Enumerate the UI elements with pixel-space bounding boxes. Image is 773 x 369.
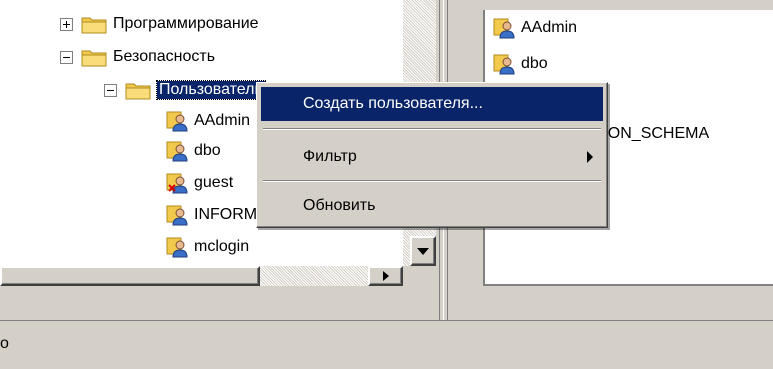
user-icon (493, 18, 515, 39)
menu-item-refresh[interactable]: Обновить (261, 189, 603, 223)
folder-icon (81, 50, 107, 67)
tree-node-users[interactable]: Пользователи (104, 79, 267, 101)
list-item[interactable]: dbo (493, 52, 548, 76)
menu-item-label: Создать пользователя... (303, 95, 483, 112)
context-menu[interactable]: Создать пользователя... Фильтр Обновить (256, 82, 608, 228)
folder-icon (125, 83, 151, 100)
menu-separator (263, 128, 601, 130)
tree-node-label: Пользователи (155, 80, 267, 100)
tree-node-user-dbo[interactable]: dbo (166, 140, 221, 162)
tree-node-label: Программирование (113, 15, 259, 32)
disabled-user-icon (166, 173, 188, 194)
tree-node-label: AAdmin (194, 112, 251, 129)
menu-item-label: Фильтр (303, 148, 357, 165)
list-item[interactable]: AAdmin (493, 16, 577, 40)
collapse-icon[interactable] (104, 83, 117, 97)
tree-node-user-mclogin[interactable]: mclogin (166, 236, 249, 258)
scroll-right-button[interactable] (368, 266, 403, 286)
status-bar: о (0, 320, 773, 369)
tree-node-label: dbo (194, 142, 221, 159)
tree-node-label: Безопасность (113, 48, 216, 65)
menu-item-create-user[interactable]: Создать пользователя... (261, 87, 603, 121)
menu-item-filter[interactable]: Фильтр (261, 140, 603, 174)
tree-node-programmability[interactable]: Программирование (60, 13, 259, 35)
user-icon (166, 205, 188, 226)
arrow-down-icon (417, 248, 429, 255)
tree-node-security[interactable]: Безопасность (60, 46, 215, 68)
tree-node-label: mclogin (194, 238, 250, 255)
arrow-right-icon (383, 271, 389, 281)
submenu-arrow-icon (587, 151, 593, 163)
list-item-label: AAdmin (521, 19, 578, 36)
scroll-thumb[interactable] (0, 266, 260, 286)
user-icon (166, 111, 188, 132)
tree-bottom-area (0, 286, 436, 320)
menu-separator (263, 180, 601, 182)
list-item-label: dbo (521, 55, 548, 72)
expand-icon[interactable] (60, 17, 73, 31)
scroll-down-button[interactable] (410, 236, 436, 266)
user-icon (493, 54, 515, 75)
status-text: о (0, 335, 9, 352)
tree-node-label: guest (194, 174, 234, 191)
collapse-icon[interactable] (60, 50, 73, 64)
tree-node-user-guest[interactable]: guest (166, 172, 233, 194)
tree-node-user-aadmin[interactable]: AAdmin (166, 110, 250, 132)
user-icon (166, 237, 188, 258)
menu-item-label: Обновить (303, 197, 376, 214)
user-icon (166, 141, 188, 162)
scroll-corner (403, 266, 436, 286)
folder-icon (81, 17, 107, 34)
